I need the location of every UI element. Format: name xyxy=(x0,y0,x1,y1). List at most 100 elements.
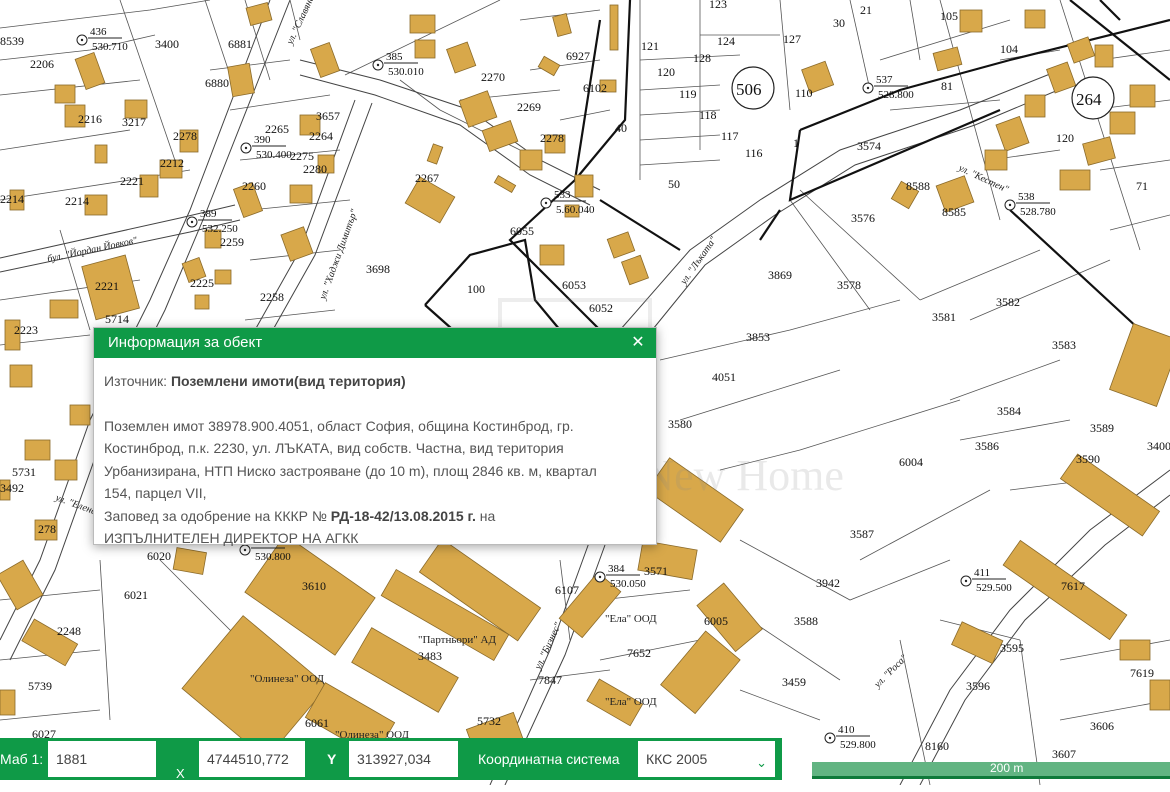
parcel-label: 2225 xyxy=(190,276,214,290)
parcel-label: 2221 xyxy=(95,279,119,293)
parcel-label: 120 xyxy=(1056,131,1074,145)
parcel-label: 2267 xyxy=(415,171,439,185)
parcel-label: 3610 xyxy=(302,579,326,593)
company-label: "Олинеза" ООД xyxy=(250,673,325,685)
benchmark-id: 538 xyxy=(1018,191,1035,203)
benchmark-id: 410 xyxy=(838,724,855,736)
parcel-label: 3578 xyxy=(837,278,861,292)
parcel-label: 3584 xyxy=(997,404,1021,418)
parcel-label: 2275 xyxy=(290,149,314,163)
parcel-label: 116 xyxy=(745,146,763,160)
parcel-label: 117 xyxy=(721,129,739,143)
parcel-label: 3483 xyxy=(418,649,442,663)
parcel-label: 6927 xyxy=(566,49,590,63)
parcel-label: 6052 xyxy=(589,301,613,315)
parcel-label: 7652 xyxy=(627,646,651,660)
parcel-label: 123 xyxy=(709,0,727,11)
parcel-label: 81 xyxy=(941,79,953,93)
benchmark-dot xyxy=(964,579,968,583)
parcel-label: 2214 xyxy=(65,194,89,208)
parcel-label: 5739 xyxy=(28,679,52,693)
benchmark-elevation: 528.800 xyxy=(878,89,914,101)
y-coordinate-field[interactable]: 313927,034 xyxy=(349,741,458,777)
street-name: ЛЪКАТА xyxy=(275,440,330,456)
popup-line2a: Костинброд, п.к. 2230, ул. xyxy=(104,440,276,456)
parcel-label: 6061 xyxy=(305,716,329,730)
parcel-label: 3853 xyxy=(746,330,770,344)
parcel-label: 2206 xyxy=(30,57,54,71)
parcel-label: 3596 xyxy=(966,679,990,693)
popup-line6: ИЗПЪЛНИТЕЛЕН ДИРЕКТОР НА АГКК xyxy=(104,530,359,546)
parcel-label: 3657 xyxy=(316,109,340,123)
parcel-label: 6021 xyxy=(124,588,148,602)
parcel-label: 8585 xyxy=(942,205,966,219)
benchmark-id: 390 xyxy=(254,134,271,146)
parcel-label: 127 xyxy=(783,32,801,46)
parcel-label: 3586 xyxy=(975,439,999,453)
popup-line4: 154, парцел VII, xyxy=(104,485,207,501)
parcel-label: 6102 xyxy=(583,81,607,95)
parcel-label: 2214 xyxy=(0,192,24,206)
crs-label: Координатна система xyxy=(478,751,620,767)
block-number: 506 xyxy=(736,80,762,99)
benchmark-dot xyxy=(376,63,380,67)
parcel-label: 110 xyxy=(795,86,813,100)
popup-line5b: на xyxy=(475,507,496,524)
benchmark-id: 533 xyxy=(554,189,571,201)
parcel-label: 104 xyxy=(1000,42,1018,56)
benchmark-id: 389 xyxy=(200,208,217,220)
block-number: 264 xyxy=(1076,90,1102,109)
parcel-label: 50 xyxy=(668,177,680,191)
benchmark-id: 385 xyxy=(386,51,403,63)
benchmark-dot xyxy=(80,38,84,42)
parcel-label: 3587 xyxy=(850,527,874,541)
parcel-label: 6053 xyxy=(562,278,586,292)
parcel-label: 5714 xyxy=(105,312,129,326)
benchmark-id: 411 xyxy=(974,567,990,579)
benchmark-elevation: 530.050 xyxy=(610,578,646,590)
parcel-label: 2278 xyxy=(173,129,197,143)
parcel-label: 6107 xyxy=(555,583,579,597)
popup-line2b: , вид собств. Частна, вид територия xyxy=(329,440,564,456)
parcel-label: 121 xyxy=(641,39,659,53)
benchmark-dot xyxy=(598,575,602,579)
parcel-label: 3583 xyxy=(1052,338,1076,352)
parcel-label: 7847 xyxy=(538,673,562,687)
crs-select[interactable]: ККС 2005 ⌄ xyxy=(638,741,775,777)
benchmark-elevation: 529.500 xyxy=(976,582,1012,594)
company-label: "Ела" ООД xyxy=(605,613,657,625)
close-icon[interactable]: ✕ xyxy=(630,328,646,358)
parcel-label: 3588 xyxy=(794,614,818,628)
parcel-label: 6005 xyxy=(704,614,728,628)
scale-input[interactable]: 1881 xyxy=(48,741,156,777)
parcel-label: 8160 xyxy=(925,739,949,753)
parcel-label: 6881 xyxy=(228,37,252,51)
parcel-label: 4051 xyxy=(712,370,736,384)
parcel-label: 3595 xyxy=(1000,641,1024,655)
parcel-label: 3580 xyxy=(668,417,692,431)
parcel-label: 3459 xyxy=(782,675,806,689)
parcel-label: 3582 xyxy=(996,295,1020,309)
parcel-label: 8539 xyxy=(0,34,24,48)
parcel-label: 124 xyxy=(717,34,735,48)
parcel-label: 7619 xyxy=(1130,666,1154,680)
parcel-label: 3492 xyxy=(0,481,24,495)
parcel-label: 3571 xyxy=(644,564,668,578)
parcel-label: 278 xyxy=(38,522,56,536)
parcel-label: 5732 xyxy=(477,714,501,728)
parcel-label: 3869 xyxy=(768,268,792,282)
parcel-label: 6020 xyxy=(147,549,171,563)
parcel-label: 2258 xyxy=(260,290,284,304)
parcel-label: 120 xyxy=(657,65,675,79)
benchmark-elevation: 530.800 xyxy=(255,551,291,563)
parcel-label: 3576 xyxy=(851,211,875,225)
parcel-label: 3217 xyxy=(122,115,146,129)
parcel-label: 119 xyxy=(679,87,697,101)
benchmark-dot xyxy=(866,86,870,90)
parcel-label: 2260 xyxy=(242,179,266,193)
object-info-popup: Информация за обект ✕ Източник: Поземлен… xyxy=(93,327,657,546)
popup-body: Източник: Поземлени имоти(вид територия)… xyxy=(94,358,656,550)
x-coordinate-field[interactable]: 4744510,772 xyxy=(199,741,305,777)
parcel-label: 2216 xyxy=(78,112,102,126)
benchmark-id: 537 xyxy=(876,74,893,86)
